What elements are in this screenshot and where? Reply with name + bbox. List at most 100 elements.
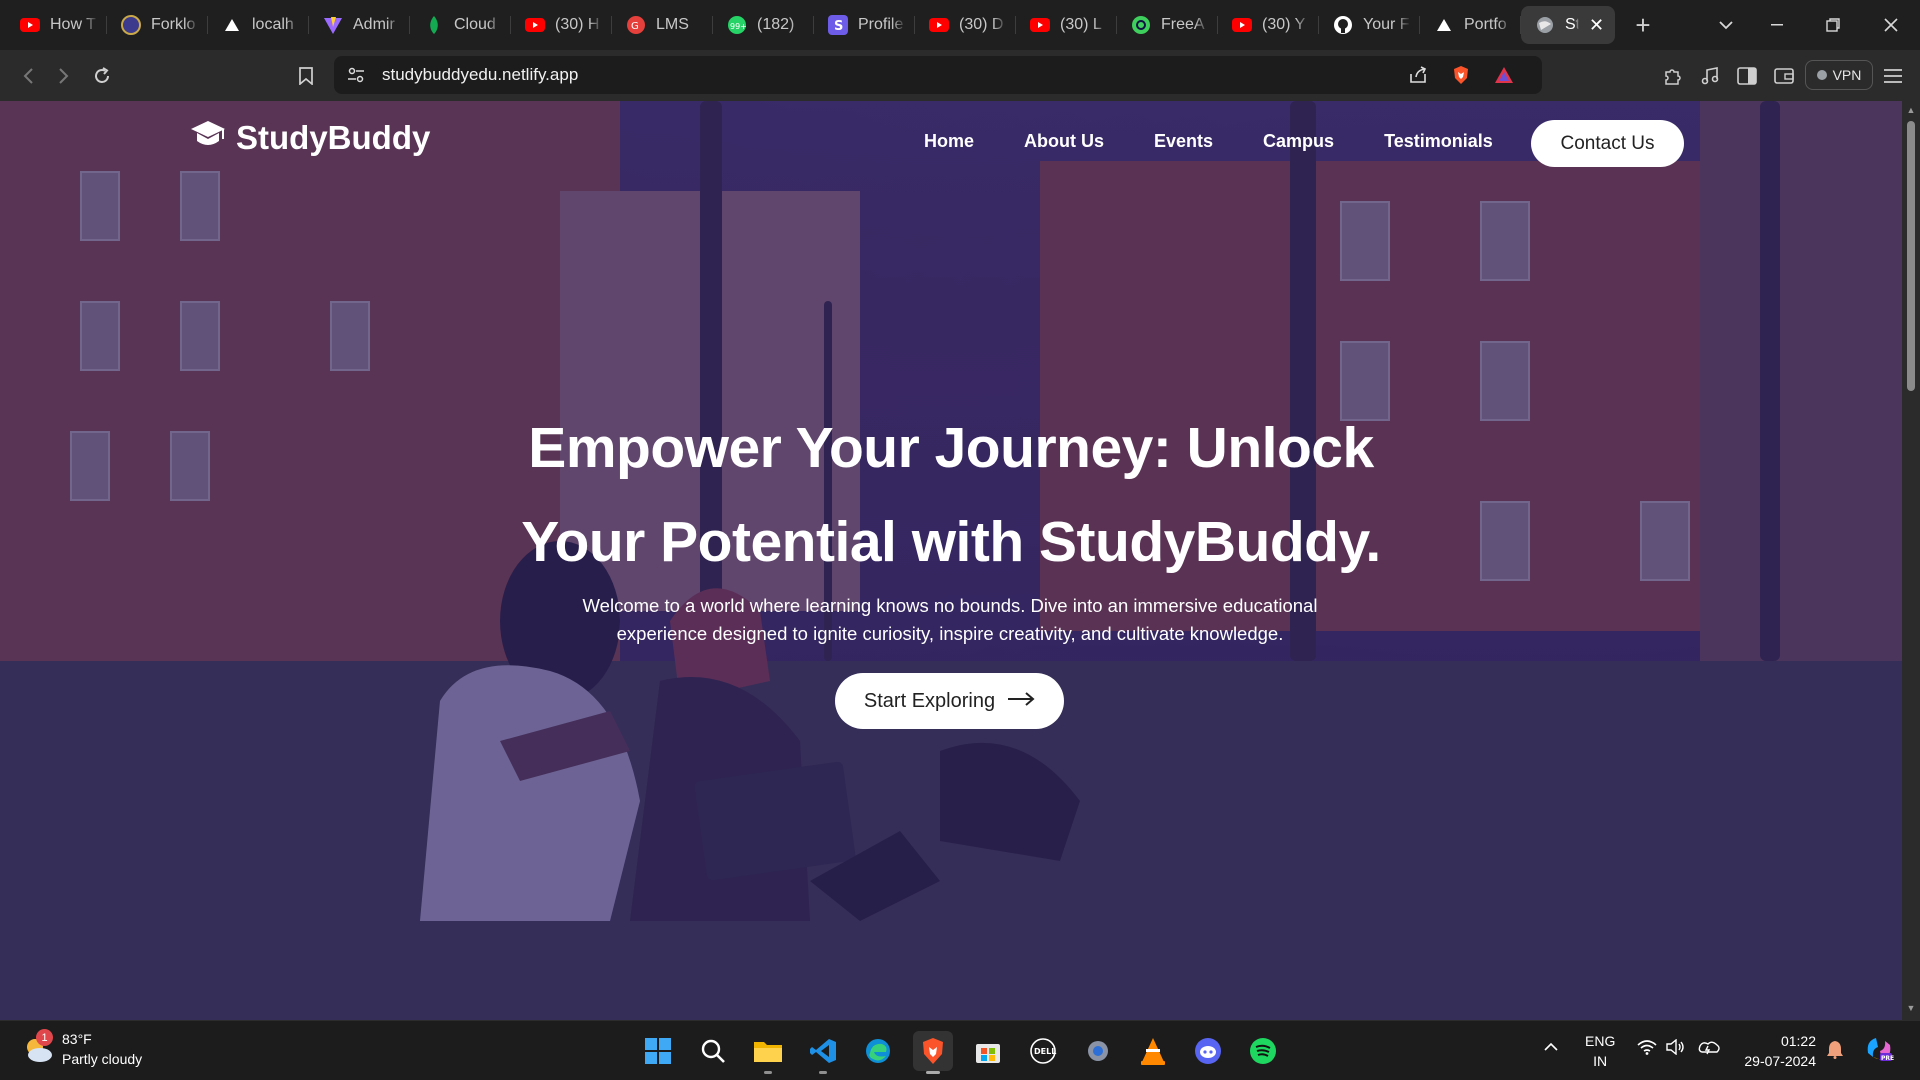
bookmark-icon[interactable] — [292, 62, 320, 90]
volume-icon[interactable] — [1666, 1038, 1686, 1058]
brave-rewards-icon[interactable] — [1494, 65, 1514, 85]
tab-title: LMS — [656, 16, 689, 33]
share-icon[interactable] — [1408, 65, 1428, 85]
address-bar[interactable]: studybuddyedu.netlify.app — [334, 56, 1542, 94]
youtube-icon — [1232, 15, 1252, 35]
notification-bell-icon[interactable] — [1826, 1039, 1844, 1062]
windows-start-icon[interactable] — [638, 1031, 678, 1071]
discord-icon[interactable] — [1188, 1031, 1228, 1071]
vpn-status-dot — [1816, 70, 1827, 80]
github-icon — [1333, 15, 1353, 35]
site-settings-icon[interactable] — [346, 65, 366, 85]
file-explorer-icon[interactable] — [748, 1031, 788, 1074]
url-text[interactable]: studybuddyedu.netlify.app — [382, 65, 578, 85]
scroll-thumb[interactable] — [1907, 121, 1915, 391]
lms-icon: G — [626, 15, 646, 35]
forward-icon[interactable] — [50, 62, 78, 90]
spotify-icon[interactable] — [1243, 1031, 1283, 1071]
page-scrollbar[interactable]: ▲ ▼ — [1902, 101, 1920, 1020]
tab-portfolio[interactable]: Portfo — [1420, 6, 1521, 44]
dell-icon[interactable]: DELL — [1023, 1031, 1063, 1071]
nav-home[interactable]: Home — [924, 131, 974, 152]
tab-title: Portfo — [1464, 16, 1507, 33]
start-exploring-button[interactable]: Start Exploring — [835, 673, 1064, 729]
tab-youtube-d[interactable]: (30) D — [915, 6, 1016, 44]
contact-us-button[interactable]: Contact Us — [1531, 120, 1684, 167]
brave-shields-icon[interactable] — [1451, 65, 1471, 85]
tab-title: Cloud — [454, 16, 496, 33]
reload-icon[interactable] — [88, 62, 116, 90]
tab-youtube-l[interactable]: (30) L — [1016, 6, 1117, 44]
svg-text:G: G — [631, 21, 639, 32]
sidebar-icon[interactable] — [1735, 64, 1759, 88]
vlc-icon[interactable] — [1133, 1031, 1173, 1071]
page-viewport: StudyBuddy Home About Us Events Campus T… — [0, 101, 1902, 1020]
scroll-down-icon[interactable]: ▼ — [1906, 1003, 1916, 1013]
youtube-icon — [1030, 15, 1050, 35]
minimize-icon[interactable] — [1754, 0, 1800, 50]
copilot-icon[interactable]: PRE — [1864, 1035, 1894, 1066]
arrow-right-icon — [1007, 690, 1035, 713]
tab-lms[interactable]: G LMS — [612, 6, 713, 44]
freea-icon — [1131, 15, 1151, 35]
mongodb-icon — [424, 15, 444, 35]
start-exploring-label: Start Exploring — [863, 689, 996, 712]
new-tab-button[interactable]: + — [1626, 8, 1660, 42]
close-tab-icon[interactable]: ✕ — [1589, 15, 1604, 36]
tab-how[interactable]: How T — [6, 6, 107, 44]
clock-time: 01:22 — [1780, 1033, 1816, 1049]
edge-icon[interactable] — [858, 1031, 898, 1071]
tab-localhost[interactable]: localh — [208, 6, 309, 44]
vpn-button[interactable]: VPN — [1805, 60, 1873, 90]
nav-events[interactable]: Events — [1154, 131, 1213, 152]
svg-text:99+: 99+ — [730, 22, 747, 31]
nav-campus[interactable]: Campus — [1263, 131, 1334, 152]
tab-github[interactable]: Your F — [1319, 6, 1420, 44]
media-icon[interactable] — [1698, 64, 1722, 88]
taskbar-apps: DELL — [638, 1031, 1283, 1074]
tab-cloud[interactable]: Cloud — [410, 6, 511, 44]
tab-studybuddy-active[interactable]: St ✕ — [1521, 6, 1615, 44]
system-clock[interactable]: 01:22 29-07-2024 — [1740, 1031, 1816, 1071]
vpn-label: VPN — [1832, 67, 1862, 83]
wallet-icon[interactable] — [1772, 64, 1796, 88]
tab-title: Forklo — [151, 16, 196, 33]
close-window-icon[interactable] — [1868, 0, 1914, 50]
tab-freea[interactable]: FreeA — [1117, 6, 1218, 44]
partly-cloudy-icon: 1 — [22, 1029, 54, 1065]
weather-widget[interactable]: 1 83°F Partly cloudy — [22, 1029, 142, 1069]
vercel-icon — [222, 15, 242, 35]
back-icon[interactable] — [14, 62, 42, 90]
language-indicator[interactable]: ENG IN — [1585, 1031, 1615, 1071]
extensions-icon[interactable] — [1660, 64, 1684, 88]
hero-description: Welcome to a world where learning knows … — [530, 592, 1370, 648]
wifi-icon[interactable] — [1637, 1039, 1657, 1058]
hero-heading-line-1: Empower Your Journey: Unlock — [528, 416, 1374, 480]
tab-admin[interactable]: Admir — [309, 6, 410, 44]
ms-store-icon[interactable] — [968, 1031, 1008, 1071]
nav-testimonials[interactable]: Testimonials — [1384, 131, 1493, 152]
show-hidden-icons-chevron[interactable] — [1543, 1039, 1559, 1055]
whatsapp-icon: 99+ — [727, 15, 747, 35]
search-icon[interactable] — [693, 1031, 733, 1071]
menu-icon[interactable] — [1881, 64, 1905, 88]
tab-whatsapp[interactable]: 99+ (182) — [713, 6, 814, 44]
tab-forklore[interactable]: Forklo — [107, 6, 208, 44]
tab-search-chevron-icon[interactable] — [1703, 0, 1749, 50]
brand-logo[interactable]: StudyBuddy — [190, 119, 430, 157]
brave-icon[interactable] — [913, 1031, 953, 1074]
nav-about-us[interactable]: About Us — [1024, 131, 1104, 152]
tab-title: FreeA — [1161, 16, 1205, 33]
battery-charging-icon[interactable] — [1697, 1038, 1721, 1059]
region-code: IN — [1593, 1053, 1608, 1069]
restore-icon[interactable] — [1810, 0, 1856, 50]
vscode-icon[interactable] — [803, 1031, 843, 1074]
tab-youtube-h[interactable]: (30) H — [511, 6, 612, 44]
graduation-cap-icon — [190, 119, 226, 157]
tab-profile[interactable]: S Profile — [814, 6, 915, 44]
scroll-up-icon[interactable]: ▲ — [1906, 105, 1916, 115]
settings-icon[interactable] — [1078, 1031, 1118, 1071]
tab-title: (30) L — [1060, 16, 1102, 33]
tab-title: (30) H — [555, 16, 600, 33]
tab-youtube-y[interactable]: (30) Y — [1218, 6, 1319, 44]
